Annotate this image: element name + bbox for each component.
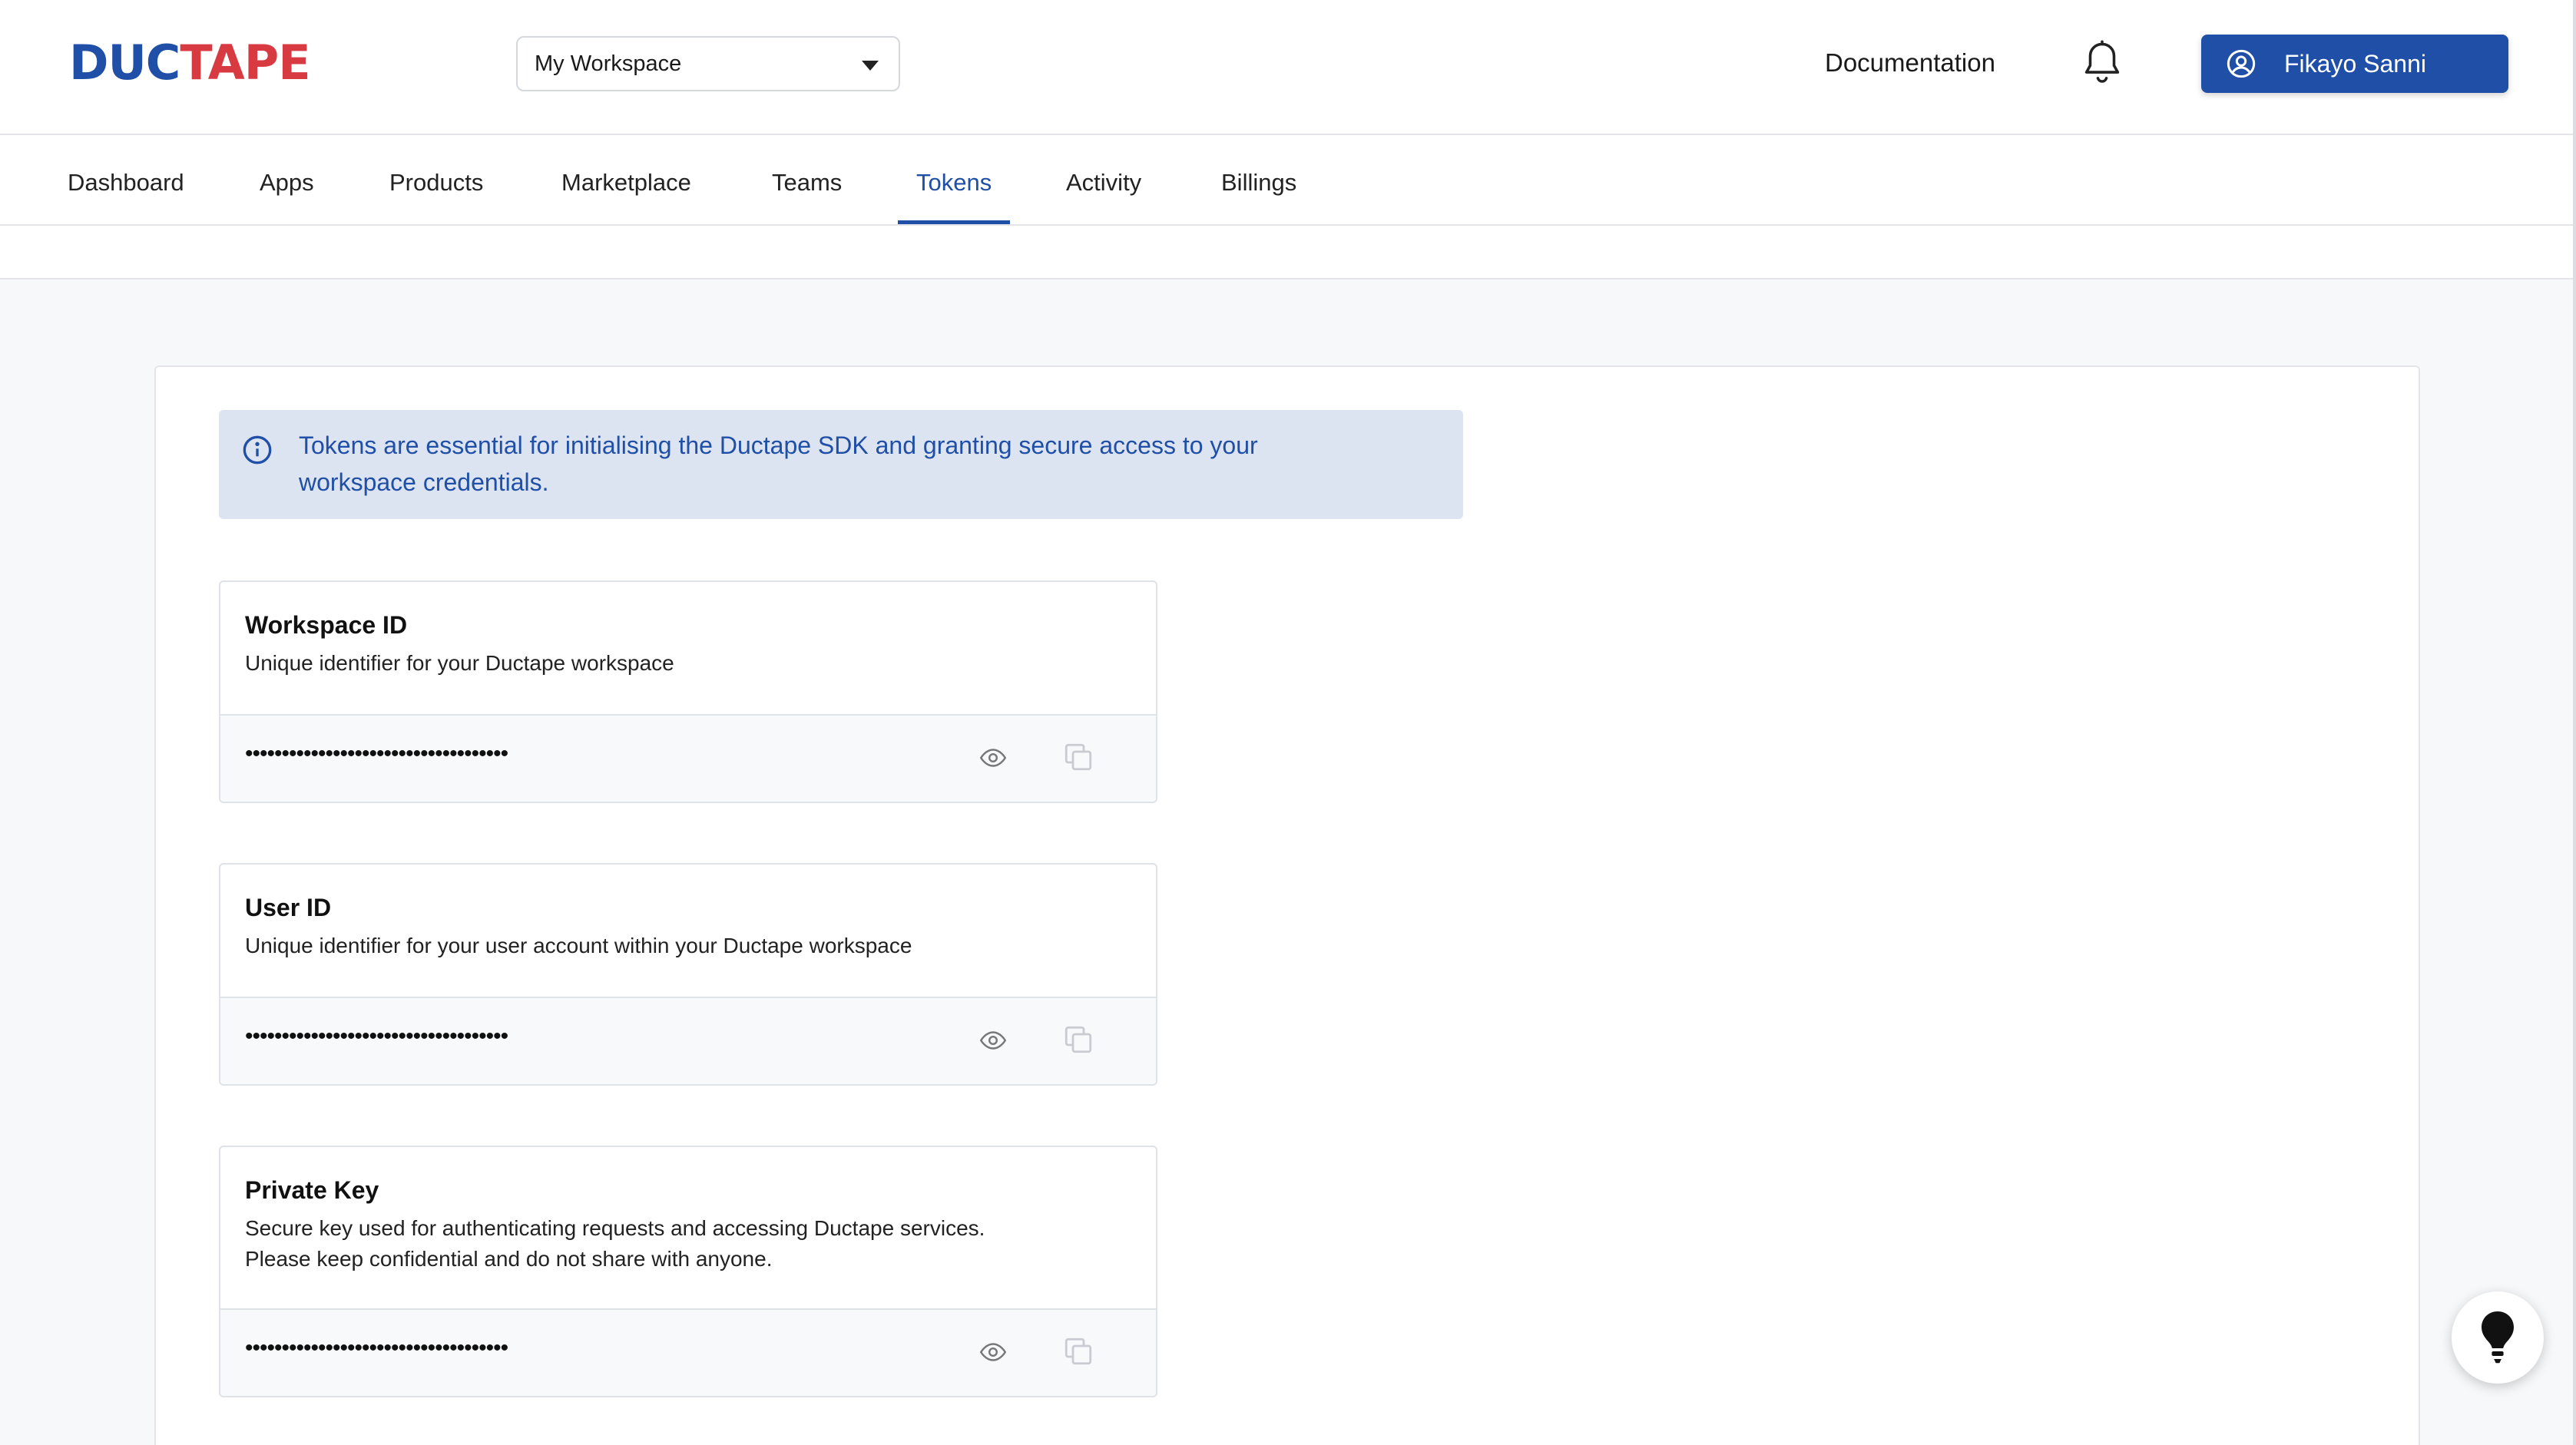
ductape-logo[interactable]: DUCTAPE [69,35,311,91]
token-description: Unique identifier for your Ductape works… [245,651,674,675]
eye-icon[interactable] [979,746,1007,769]
token-card-user-id: User ID Unique identifier for your user … [219,863,1157,1086]
main-nav: Dashboard Apps Products Marketplace Team… [0,135,2576,226]
workspace-select-value: My Workspace [535,51,682,76]
tab-marketplace[interactable]: Marketplace [561,135,691,224]
bell-icon[interactable] [2081,40,2123,88]
info-banner-text: Tokens are essential for initialising th… [299,432,1258,496]
token-title: User ID [245,894,332,921]
token-card-workspace-id: Workspace ID Unique identifier for your … [219,580,1157,803]
info-banner: Tokens are essential for initialising th… [219,410,1463,519]
caret-down-icon [862,61,879,71]
token-masked-value: •••••••••••••••••••••••••••••••••••• [245,1023,508,1049]
user-menu-button[interactable]: Fikayo Sanni [2201,35,2508,93]
token-value-row: •••••••••••••••••••••••••••••••••••• [220,997,1156,1084]
workspace-select[interactable]: My Workspace [516,36,900,91]
user-name: Fikayo Sanni [2284,49,2426,78]
info-icon [243,435,272,465]
copy-icon[interactable] [1062,1023,1094,1056]
tab-activity[interactable]: Activity [1066,135,1141,224]
tokens-panel: Tokens are essential for initialising th… [154,365,2420,1445]
copy-icon[interactable] [1062,740,1094,774]
token-title: Private Key [245,1176,379,1204]
user-circle-icon [2227,49,2256,78]
sub-toolbar [0,226,2576,279]
token-description-line-2: Please keep confidential and do not shar… [245,1247,773,1271]
logo-part-duc: DUC [69,35,180,91]
tab-billings[interactable]: Billings [1221,135,1296,224]
documentation-link[interactable]: Documentation [1825,46,1995,80]
token-card-private-key: Private Key Secure key used for authenti… [219,1146,1157,1397]
token-description: Unique identifier for your user account … [245,934,912,957]
token-masked-value: •••••••••••••••••••••••••••••••••••• [245,1335,508,1361]
eye-icon[interactable] [979,1341,1007,1364]
tab-dashboard[interactable]: Dashboard [68,135,184,224]
token-value-row: •••••••••••••••••••••••••••••••••••• [220,1308,1156,1396]
token-description-line-1: Secure key used for authenticating reque… [245,1216,985,1240]
token-masked-value: •••••••••••••••••••••••••••••••••••• [245,741,508,766]
lightbulb-icon [2482,1311,2514,1364]
tab-tokens[interactable]: Tokens [897,135,1011,224]
token-title: Workspace ID [245,611,408,639]
copy-icon[interactable] [1062,1334,1094,1368]
tab-products[interactable]: Products [389,135,483,224]
window-edge [2573,0,2576,1445]
top-header: DUCTAPE My Workspace Documentation Fikay… [0,0,2576,135]
tab-apps[interactable]: Apps [260,135,314,224]
tab-teams[interactable]: Teams [772,135,842,224]
eye-icon[interactable] [979,1029,1007,1052]
token-value-row: •••••••••••••••••••••••••••••••••••• [220,714,1156,802]
help-button[interactable] [2452,1291,2544,1384]
logo-part-tape: TAPE [180,35,310,91]
